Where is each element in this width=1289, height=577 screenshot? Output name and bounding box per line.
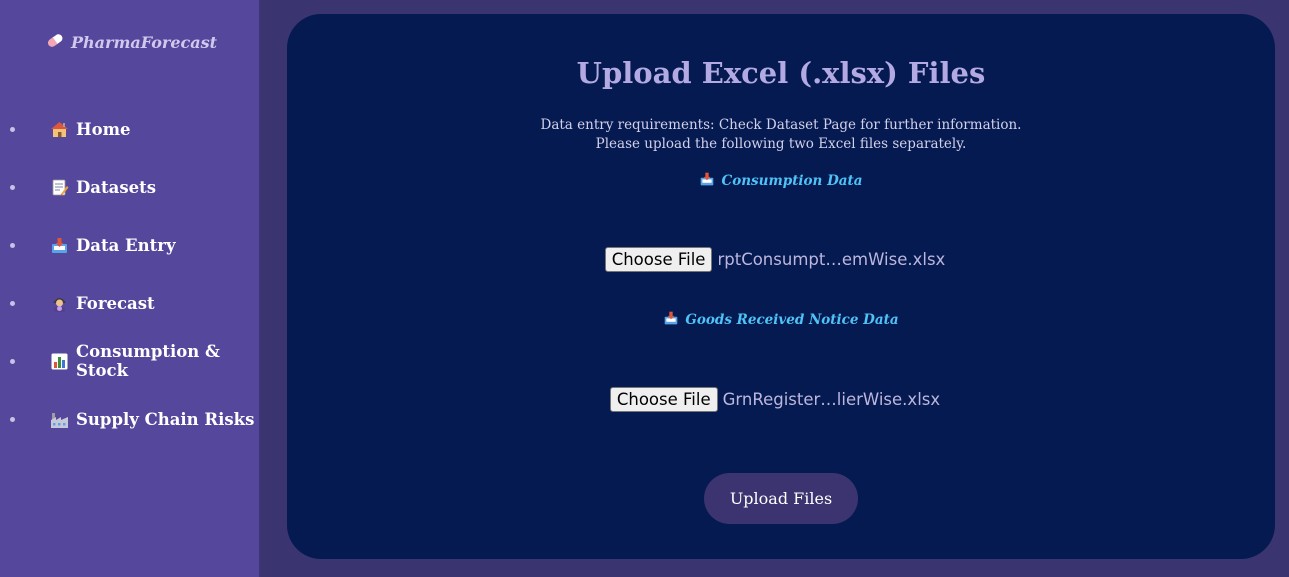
sidebar-item-label: Supply Chain Risks — [76, 409, 255, 429]
sidebar-item-label: Consumption & Stock — [76, 342, 220, 380]
consumption-file-input[interactable]: Choose File rptConsumpt…emWise.xlsx — [287, 247, 1275, 272]
sidebar-item-label: Forecast — [76, 293, 155, 313]
memo-icon — [50, 178, 69, 197]
grn-file-input[interactable]: Choose File GrnRegister…lierWise.xlsx — [287, 387, 1275, 412]
upload-panel: Upload Excel (.xlsx) Files Data entry re… — [287, 14, 1275, 559]
sidebar-item-label: Datasets — [76, 177, 157, 197]
sidebar-item-data-entry[interactable]: Data Entry — [0, 216, 261, 274]
bar-chart-icon — [50, 352, 69, 371]
app-logo[interactable]: PharmaForecast — [45, 31, 217, 53]
file-input-group: Choose File rptConsumpt…emWise.xlsx — [604, 247, 946, 272]
bullet — [10, 127, 15, 132]
sidebar-item-label: Home — [76, 119, 131, 139]
page-title: Upload Excel (.xlsx) Files — [576, 56, 986, 90]
sidebar-item-label: Data Entry — [76, 235, 176, 255]
sidebar: PharmaForecast Home Datasets Data Entry … — [0, 0, 261, 577]
bullet — [10, 417, 15, 422]
sidebar-item-home[interactable]: Home — [0, 100, 261, 158]
bullet — [10, 243, 15, 248]
inbox-tray-icon — [699, 171, 715, 191]
sidebar-item-supply-chain-risks[interactable]: Supply Chain Risks — [0, 390, 261, 448]
selected-file-name: rptConsumpt…emWise.xlsx — [717, 250, 946, 269]
bullet — [10, 301, 15, 306]
factory-icon — [50, 410, 69, 429]
pill-icon — [45, 31, 67, 53]
app-name: PharmaForecast — [71, 32, 218, 52]
requirements-text: Data entry requirements: Check Dataset P… — [287, 116, 1275, 154]
fortune-teller-icon — [50, 294, 69, 313]
bullet — [10, 185, 15, 190]
house-icon — [50, 120, 69, 139]
upload-files-button[interactable]: Upload Files — [704, 473, 858, 524]
sidebar-item-forecast[interactable]: Forecast — [0, 274, 261, 332]
section-label: Consumption Data — [721, 173, 863, 189]
inbox-tray-icon — [663, 310, 679, 330]
bullet — [10, 359, 15, 364]
requirements-line-2: Please upload the following two Excel fi… — [595, 136, 967, 152]
sidebar-item-datasets[interactable]: Datasets — [0, 158, 261, 216]
selected-file-name: GrnRegister…lierWise.xlsx — [722, 390, 941, 409]
requirements-line-1: Data entry requirements: Check Dataset P… — [540, 117, 1022, 133]
choose-file-button[interactable]: Choose File — [604, 247, 713, 272]
sidebar-item-consumption-stock[interactable]: Consumption & Stock — [0, 332, 261, 390]
section-label: Goods Received Notice Data — [685, 312, 899, 328]
file-input-group: Choose File GrnRegister…lierWise.xlsx — [609, 387, 941, 412]
choose-file-button[interactable]: Choose File — [609, 387, 718, 412]
inbox-tray-icon — [50, 236, 69, 255]
grn-data-label: Goods Received Notice Data — [287, 310, 1275, 330]
consumption-data-label: Consumption Data — [287, 171, 1275, 191]
sidebar-nav: Home Datasets Data Entry Forecast Consum… — [0, 100, 261, 448]
